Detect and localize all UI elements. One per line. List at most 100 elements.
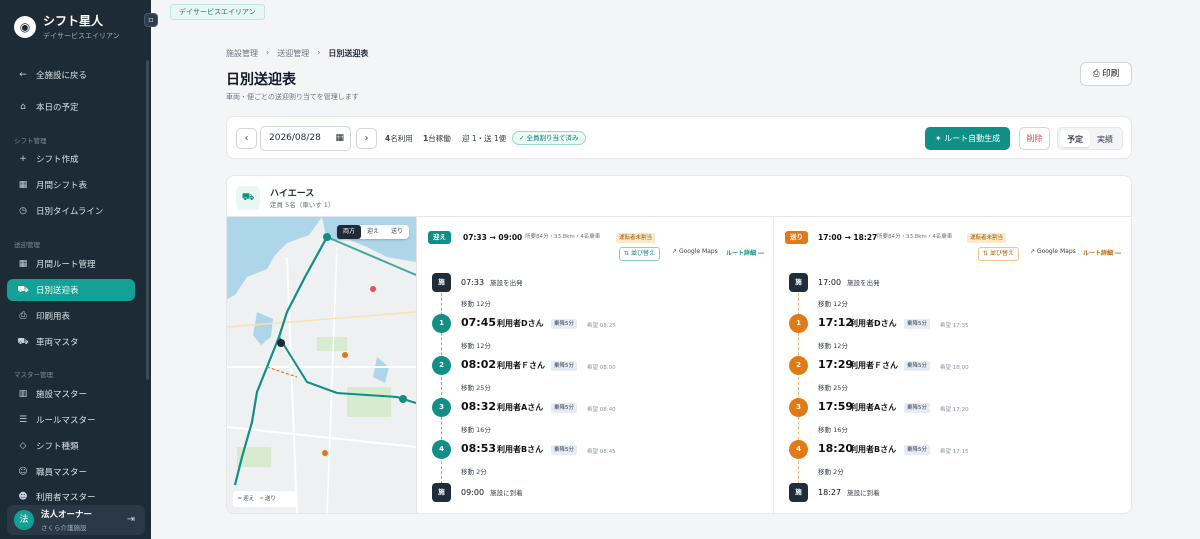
sidebar: ◉ シフト星人 デイサービスエイリアン ▫ ← 全施設に戻る ⌂ 本日の予定 シフト… <box>0 0 158 539</box>
external-link-icon: ↗ <box>672 248 679 255</box>
auto-route-button[interactable]: ✦ ルート自動生成 <box>925 127 1010 150</box>
pickup-start-label: 施設を出発 <box>490 279 523 287</box>
brand: ◉ シフト星人 デイサービスエイリアン <box>14 12 120 41</box>
external-link-icon: ↗ <box>1030 248 1037 255</box>
map-tab-both[interactable]: 両方 <box>337 225 361 239</box>
travel-time: 移動 12分 <box>461 300 491 308</box>
nav-label: 施設マスター <box>36 390 88 400</box>
sidebar-item-shift-create[interactable]: + シフト作成 <box>7 148 135 170</box>
page-subtitle: 車両・便ごとの送迎割り当てを管理します <box>226 93 359 101</box>
next-day-button[interactable]: › <box>356 128 377 149</box>
breadcrumb-facility[interactable]: 施設管理 <box>226 48 258 59</box>
travel-time: 移動 25分 <box>818 384 848 392</box>
stop-number: 4 <box>432 440 451 459</box>
car-icon: ⛟ <box>17 336 29 347</box>
pickup-end-time: 09:00 <box>461 488 485 497</box>
logout-icon[interactable]: ⇥ <box>127 514 135 525</box>
map-tab-dropoff[interactable]: 送り <box>385 225 409 239</box>
sidebar-item-rule-master[interactable]: ☰ ルールマスター <box>7 409 135 431</box>
wish-time: 希望 17:15 <box>940 449 969 455</box>
nav-label: 日別送迎表 <box>36 286 79 296</box>
stop-user-name[interactable]: 利用者Bさん <box>497 444 543 455</box>
map-canvas[interactable] <box>227 217 416 514</box>
mode-actual-button[interactable]: 実績 <box>1090 130 1120 147</box>
user-card: 法 法人オーナー さくら介護施設 ⇥ <box>7 505 145 535</box>
user-name: 法人オーナー <box>41 510 93 520</box>
pickup-end: 09:00 施設に到着 <box>461 487 523 497</box>
stop-user-name[interactable]: 利用者Ｆさん <box>850 360 898 371</box>
stop-user-name[interactable]: 利用者Aさん <box>850 402 896 413</box>
sidebar-collapse-icon[interactable]: ▫ <box>144 13 158 27</box>
back-to-all-facilities[interactable]: ← 全施設に戻る <box>7 64 135 86</box>
calendar-icon[interactable]: ▦ <box>335 127 344 150</box>
check-icon: ✓ <box>519 134 527 142</box>
stop-user-name[interactable]: 利用者Aさん <box>497 402 543 413</box>
page-title: 日別送迎表 <box>226 72 296 88</box>
boarding-badge: 乗降5分 <box>551 403 577 413</box>
rules-icon: ☰ <box>18 415 28 425</box>
stop-number: 1 <box>789 314 808 333</box>
dropoff-start-time: 17:00 <box>818 278 842 287</box>
gmaps-label: Google Maps <box>678 248 718 255</box>
users-label: 名利用 <box>390 134 413 143</box>
breadcrumb-transport[interactable]: 送迎管理 <box>277 48 309 59</box>
stop-number: 2 <box>789 356 808 375</box>
boarding-badge: 乗降5分 <box>551 361 577 371</box>
facility-node: 施 <box>432 483 451 502</box>
sidebar-item-vehicle-master[interactable]: ⛟ 車両マスタ <box>7 331 135 353</box>
stop-user-name[interactable]: 利用者Dさん <box>497 318 544 329</box>
status-badge: ✓ 全員割り当て済み <box>512 131 586 145</box>
wish-time: 希望 17:35 <box>940 323 969 329</box>
wish-time: 希望 18:00 <box>940 365 969 371</box>
pickup-route: 迎え 07:33 → 09:00 所要84分・33.8km・4名乗車 運転者未割… <box>416 217 773 513</box>
nav-label: 利用者マスター <box>36 493 96 503</box>
boarding-badge: 乗降5分 <box>904 361 930 371</box>
stop-time: 08:02 <box>461 358 497 371</box>
nav-label: ルールマスター <box>36 416 96 426</box>
google-maps-link[interactable]: ↗ Google Maps <box>1030 248 1076 255</box>
route-detail-link[interactable]: ルート詳細 ― <box>1083 248 1121 257</box>
sidebar-scrollbar[interactable] <box>146 60 149 380</box>
route-map[interactable]: 両方 迎え 送り ━ 迎え ━ 送り <box>227 217 416 514</box>
nav-label: シフト作成 <box>36 155 79 165</box>
nav-label: シフト種類 <box>36 442 79 452</box>
boarding-badge: 乗降5分 <box>904 445 930 455</box>
map-tab-pickup[interactable]: 迎え <box>361 225 385 239</box>
section-label-transport: 送迎管理 <box>14 241 40 249</box>
stop-user-name[interactable]: 利用者Ｆさん <box>497 360 545 371</box>
map-legend: ━ 迎え ━ 送り <box>233 491 297 507</box>
delete-button[interactable]: 削除 <box>1019 127 1050 150</box>
travel-time: 移動 25分 <box>461 384 491 392</box>
google-maps-link[interactable]: ↗ Google Maps <box>672 248 718 255</box>
sidebar-item-daily-transport[interactable]: ⛟ 日別送迎表 <box>7 279 135 301</box>
prev-day-button[interactable]: ‹ <box>236 128 257 149</box>
sidebar-item-monthly-route[interactable]: ▦ 月間ルート管理 <box>7 253 135 275</box>
facility-tab[interactable]: デイサービスエイリアン <box>170 4 265 20</box>
boarding-badge: 乗降5分 <box>551 319 577 329</box>
sidebar-item-shift-types[interactable]: ◇ シフト種類 <box>7 435 135 457</box>
vehicles-label: 台稼働 <box>428 134 451 143</box>
sidebar-item-facility-master[interactable]: ▥ 施設マスター <box>7 383 135 405</box>
sort-icon: ⇅ <box>624 250 631 257</box>
stop-time: 17:29 <box>818 358 854 371</box>
stop-user-name[interactable]: 利用者Bさん <box>850 444 896 455</box>
printer-icon: ⎙ <box>19 311 27 321</box>
sidebar-item-monthly-shift[interactable]: ▦ 月間シフト表 <box>7 174 135 196</box>
clock-icon: ◷ <box>19 206 27 216</box>
tag-icon: ◇ <box>19 441 27 451</box>
reorder-button[interactable]: ⇅ 並び替え <box>978 247 1019 261</box>
reorder-button[interactable]: ⇅ 並び替え <box>619 247 660 261</box>
sidebar-item-today[interactable]: ⌂ 本日の予定 <box>7 96 135 118</box>
facility-node: 施 <box>789 483 808 502</box>
mode-plan-button[interactable]: 予定 <box>1060 130 1090 147</box>
stop-user-name[interactable]: 利用者Dさん <box>850 318 897 329</box>
print-button[interactable]: ⎙ 印刷 <box>1080 62 1132 86</box>
date-input[interactable]: 2026/08/28 ▦ <box>260 126 351 151</box>
sidebar-item-print-table[interactable]: ⎙ 印刷用表 <box>7 305 135 327</box>
sidebar-item-daily-timeline[interactable]: ◷ 日別タイムライン <box>7 200 135 222</box>
route-detail-link[interactable]: ルート詳細 ― <box>726 248 764 257</box>
arrow-left-icon: ← <box>19 70 27 80</box>
app-subtitle: デイサービスエイリアン <box>43 32 120 40</box>
avatar: 法 <box>14 510 34 530</box>
sidebar-item-staff-master[interactable]: ☺ 職員マスター <box>7 461 135 483</box>
